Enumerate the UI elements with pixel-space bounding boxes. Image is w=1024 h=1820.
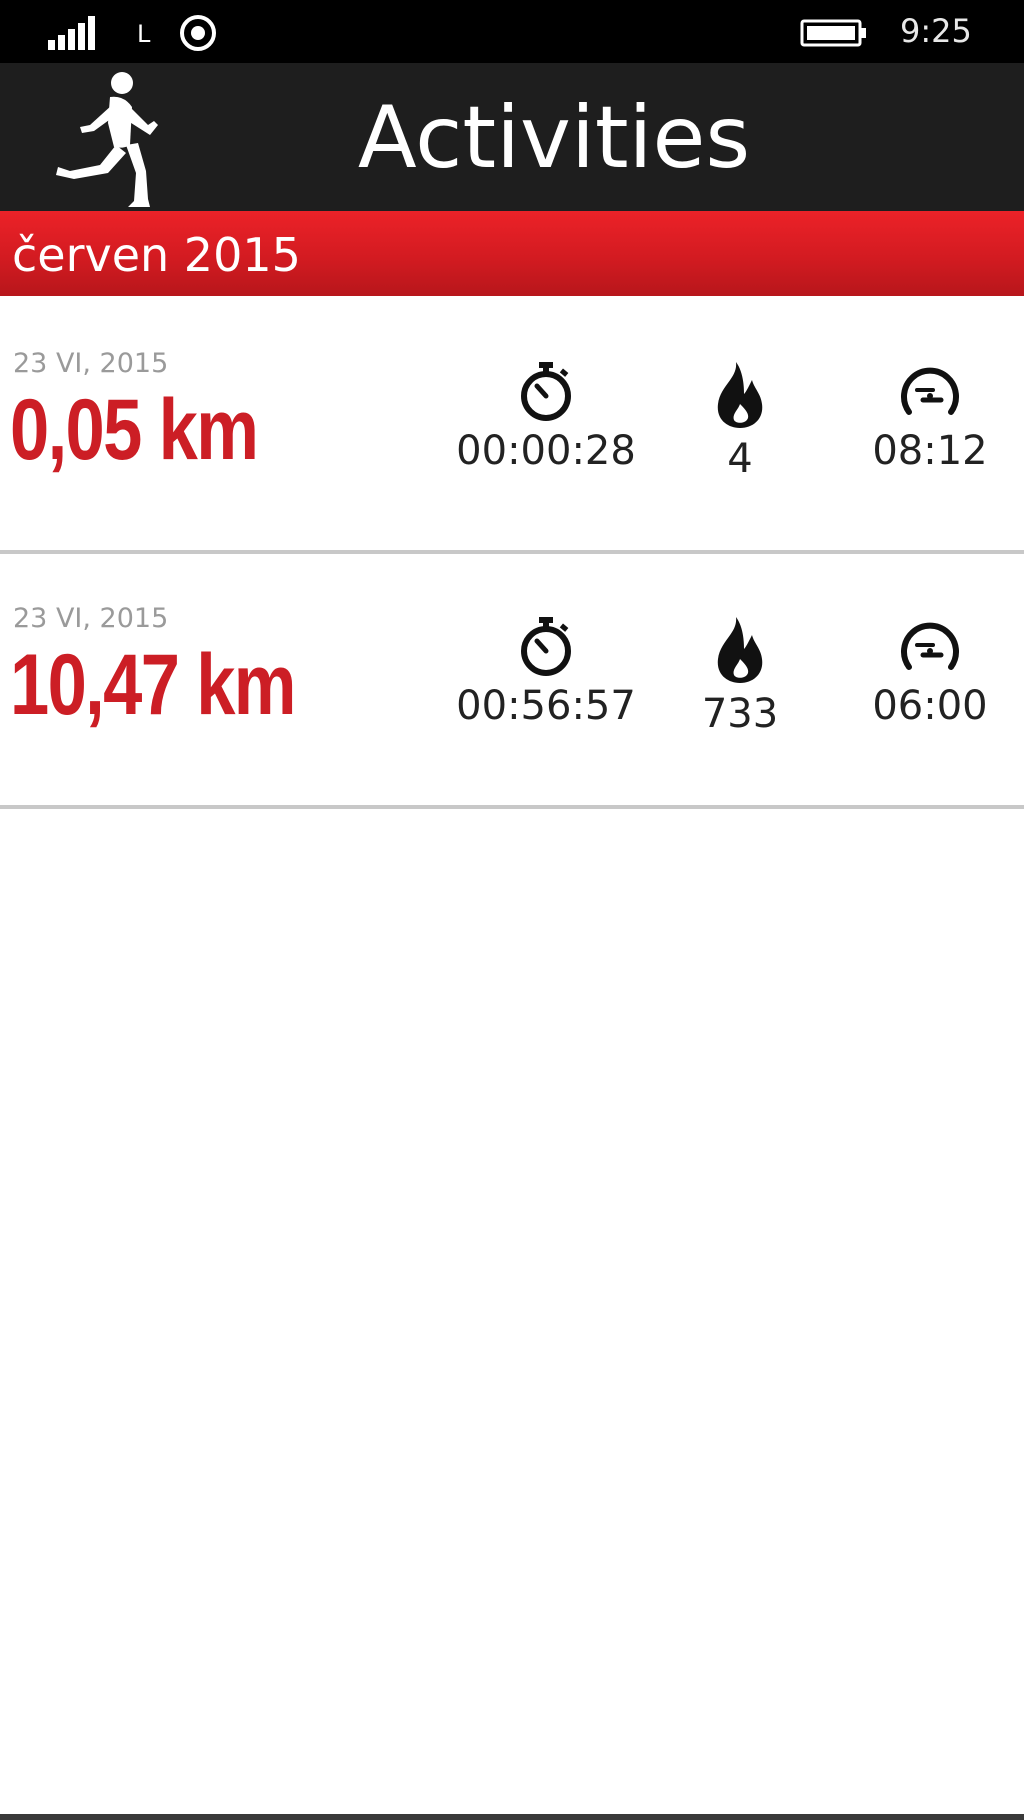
speedometer-icon: [901, 367, 959, 415]
flame-icon: [717, 362, 763, 428]
pace-stat: 06:00: [860, 615, 1000, 729]
activity-distance: 0,05 km: [10, 382, 259, 478]
status-bar: L 9:25: [0, 0, 1024, 63]
activity-item[interactable]: 23 VI, 2015 10,47 km 00:56:57 733 06:00: [0, 555, 1024, 809]
duration-stat: 00:00:28: [456, 360, 636, 474]
activity-date: 23 VI, 2015: [13, 603, 169, 634]
duration-stat: 00:56:57: [456, 615, 636, 729]
stopwatch-icon: [521, 617, 571, 676]
calories-value: 733: [701, 691, 779, 737]
location-icon: [180, 15, 216, 51]
calories-stat: 733: [680, 615, 800, 737]
month-label: červen 2015: [12, 228, 301, 282]
network-type: L: [137, 20, 151, 48]
month-group-header: červen 2015: [0, 211, 1024, 296]
duration-value: 00:56:57: [456, 683, 636, 729]
calories-stat: 4: [680, 360, 800, 482]
activity-item[interactable]: 23 VI, 2015 0,05 km 00:00:28 4 08:12: [0, 300, 1024, 554]
activity-date: 23 VI, 2015: [13, 348, 169, 379]
pace-value: 06:00: [872, 683, 988, 729]
duration-value: 00:00:28: [456, 428, 636, 474]
activity-distance: 10,47 km: [10, 637, 297, 733]
page-title: Activities: [357, 88, 751, 188]
activities-screen: L 9:25 Activities červen 2015 23 VI, 201…: [0, 0, 1024, 1820]
signal-icon: [48, 16, 95, 50]
clock: 9:25: [900, 12, 972, 50]
app-header: Activities: [0, 63, 1024, 211]
pace-stat: 08:12: [860, 360, 1000, 474]
speedometer-icon: [901, 622, 959, 670]
calories-value: 4: [727, 436, 753, 482]
flame-icon: [717, 617, 763, 683]
bottom-divider: [0, 1814, 1024, 1820]
battery-icon: [800, 19, 866, 47]
stopwatch-icon: [521, 362, 571, 421]
pace-value: 08:12: [872, 428, 988, 474]
